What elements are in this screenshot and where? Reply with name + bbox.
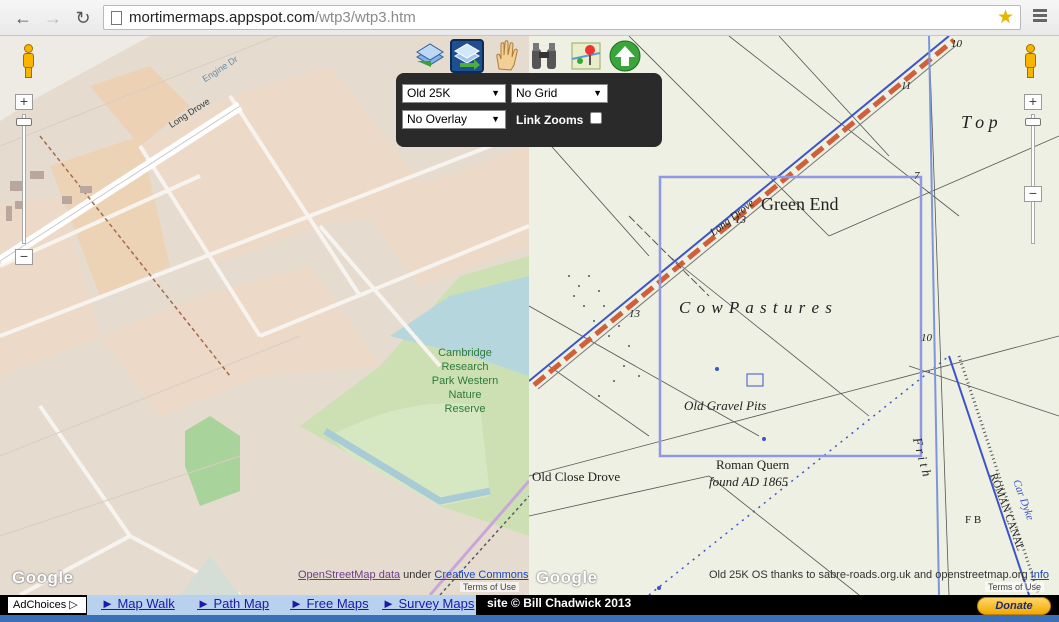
binoculars-icon[interactable] bbox=[527, 39, 561, 73]
osm-data-link[interactable]: OpenStreetMap data bbox=[298, 569, 400, 581]
chevron-down-icon: ▼ bbox=[491, 88, 500, 98]
left-zoom-control[interactable]: + − bbox=[15, 94, 33, 265]
address-bar[interactable]: mortimermaps.appspot.com/wtp3/wtp3.htm ★ bbox=[103, 5, 1021, 30]
map-text-fb: F B bbox=[965, 514, 982, 526]
map-text-old-gravel-pits: Old Gravel Pits bbox=[684, 398, 767, 413]
chevron-down-icon: ▼ bbox=[491, 114, 500, 124]
url-text: mortimermaps.appspot.com/wtp3/wtp3.htm bbox=[129, 9, 416, 26]
map-text-height: 11 bbox=[901, 80, 912, 92]
zoom-slider-thumb[interactable] bbox=[16, 118, 32, 126]
grid-select-value: No Grid bbox=[516, 86, 558, 100]
attribution-text: under bbox=[400, 569, 435, 581]
survey-maps-link[interactable]: ► Survey Maps bbox=[382, 596, 474, 611]
map-walk-link[interactable]: ► Map Walk bbox=[101, 596, 175, 611]
osm-attribution: OpenStreetMap data under Creative Common… bbox=[298, 569, 529, 581]
zoom-slider-thumb[interactable] bbox=[1025, 118, 1041, 126]
adchoices-link[interactable]: AdChoices ▷ bbox=[8, 597, 86, 613]
map-text-height: 7 bbox=[914, 170, 920, 182]
terms-of-use-link[interactable]: Terms of Use bbox=[460, 582, 520, 592]
overlay-select-value: No Overlay bbox=[407, 112, 468, 126]
browser-toolbar: ← → ↻ mortimermaps.appspot.com/wtp3/wtp3… bbox=[0, 0, 1059, 36]
zoom-slider-track[interactable] bbox=[1031, 114, 1035, 244]
hand-pan-icon[interactable] bbox=[489, 39, 523, 73]
menu-icon[interactable] bbox=[1033, 9, 1047, 23]
forward-icon[interactable]: → bbox=[42, 7, 64, 29]
reserve-label-line: Reserve bbox=[444, 403, 486, 415]
map-text-green-end: Green End bbox=[761, 194, 839, 214]
page-footer: AdChoices ▷ ► Map Walk ► Path Map ► Free… bbox=[0, 595, 1059, 615]
map-marker-icon[interactable] bbox=[569, 39, 603, 73]
old-os-attribution: Old 25K OS thanks to sabre-roads.org.uk … bbox=[709, 569, 1049, 581]
google-logo[interactable]: Google bbox=[536, 568, 598, 588]
map-text-height: 13 bbox=[735, 214, 746, 226]
free-maps-link[interactable]: ► Free Maps bbox=[290, 596, 369, 611]
zoom-slider-track[interactable] bbox=[22, 114, 26, 244]
nature-reserve-label: Cambridge Research Park Western Nature R… bbox=[415, 346, 515, 416]
right-zoom-control[interactable]: + − bbox=[1024, 94, 1042, 264]
window-bottom-border bbox=[0, 615, 1059, 622]
adchoices-icon: ▷ bbox=[69, 599, 78, 611]
map-text-found: found AD 1865 bbox=[709, 474, 789, 489]
link-zooms-label: Link Zooms bbox=[516, 113, 584, 127]
overlay-select[interactable]: No Overlay ▼ bbox=[402, 110, 506, 129]
map-settings-panel: Old 25K ▼ No Grid ▼ No Overlay ▼ Link Zooms bbox=[396, 73, 662, 147]
info-link[interactable]: Info bbox=[1031, 569, 1049, 581]
map-text-cow-pastures: C o w P a s t u r e s bbox=[679, 298, 833, 317]
attribution-text: Old 25K OS thanks to sabre-roads.org.uk … bbox=[709, 569, 1028, 581]
reserve-label-line: Park Western bbox=[431, 375, 499, 387]
adchoices-label: AdChoices bbox=[13, 599, 67, 611]
star-icon[interactable]: ★ bbox=[997, 7, 1014, 29]
sync-maps-icon[interactable] bbox=[450, 39, 484, 73]
link-zooms-checkbox[interactable] bbox=[590, 112, 602, 124]
chevron-down-icon: ▼ bbox=[593, 88, 602, 98]
footer-nav: ► Map Walk ► Path Map ► Free Maps ► Surv… bbox=[87, 595, 476, 615]
map-text-height: 13 bbox=[629, 308, 640, 320]
zoom-out-button[interactable]: − bbox=[1024, 186, 1042, 202]
google-logo[interactable]: Google bbox=[12, 568, 74, 588]
copyright-text: site © Bill Chadwick 2013 bbox=[487, 596, 632, 610]
map-type-select[interactable]: Old 25K ▼ bbox=[402, 84, 506, 103]
street-view-pegman-icon[interactable] bbox=[1022, 44, 1038, 78]
up-arrow-icon[interactable] bbox=[608, 39, 642, 73]
street-view-pegman-icon[interactable] bbox=[20, 44, 36, 78]
back-icon[interactable]: ← bbox=[12, 7, 34, 29]
map-text-old-close-drove: Old Close Drove bbox=[532, 469, 621, 484]
creative-commons-link[interactable]: Creative Commons bbox=[434, 569, 528, 581]
map-text-top: T o p bbox=[961, 112, 998, 132]
reload-icon[interactable]: ↻ bbox=[72, 7, 94, 29]
map-layers-icon[interactable] bbox=[413, 39, 447, 73]
zoom-in-button[interactable]: + bbox=[1024, 94, 1042, 110]
page-icon bbox=[111, 11, 122, 25]
reserve-label-line: Nature bbox=[448, 389, 482, 401]
map-text-roman-quern: Roman Quern bbox=[716, 457, 790, 472]
path-map-link[interactable]: ► Path Map bbox=[197, 596, 269, 611]
map-text-height: 10 bbox=[951, 38, 962, 50]
reserve-label-line: Research bbox=[441, 361, 489, 373]
donate-button[interactable]: Donate bbox=[977, 597, 1051, 615]
zoom-out-button[interactable]: − bbox=[15, 249, 33, 265]
grid-select[interactable]: No Grid ▼ bbox=[511, 84, 608, 103]
map-text-height: 10 bbox=[921, 332, 932, 344]
terms-of-use-link[interactable]: Terms of Use bbox=[985, 582, 1045, 592]
map-type-select-value: Old 25K bbox=[407, 86, 451, 100]
zoom-in-button[interactable]: + bbox=[15, 94, 33, 110]
reserve-label-line: Cambridge bbox=[438, 347, 492, 359]
